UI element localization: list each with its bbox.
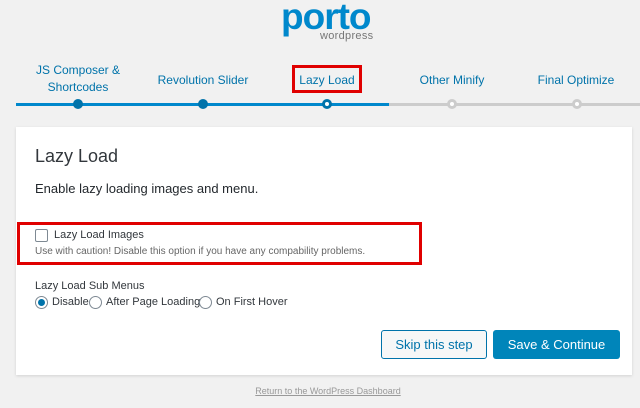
step-js-composer[interactable]: JS Composer & Shortcodes xyxy=(32,62,124,96)
lazy-load-images-checkbox[interactable] xyxy=(35,229,48,242)
radio-after-page-loading-label[interactable]: After Page Loading xyxy=(106,296,200,308)
lazy-load-images-help: Use with caution! Disable this option if… xyxy=(35,246,366,257)
step-dot-done xyxy=(198,99,208,109)
wizard-steps: JS Composer & Shortcodes Revolution Slid… xyxy=(0,62,640,118)
save-continue-button[interactable]: Save & Continue xyxy=(493,330,620,359)
progress-track-remaining xyxy=(389,103,640,106)
radio-disable[interactable] xyxy=(35,296,48,309)
step-dot-done xyxy=(73,99,83,109)
skip-step-button[interactable]: Skip this step xyxy=(381,330,487,359)
logo: porto wordpress xyxy=(0,0,640,50)
step-other-minify[interactable]: Other Minify xyxy=(408,72,496,89)
step-dot-current xyxy=(322,99,332,109)
radio-disable-label[interactable]: Disable xyxy=(52,296,89,308)
logo-wordmark: porto xyxy=(281,0,372,37)
step-final-optimize[interactable]: Final Optimize xyxy=(530,72,622,89)
card-description: Enable lazy loading images and menu. xyxy=(35,181,259,196)
card-title: Lazy Load xyxy=(35,146,119,166)
radio-on-first-hover[interactable] xyxy=(199,296,212,309)
dashboard-return-link[interactable]: Return to the WordPress Dashboard xyxy=(0,386,640,396)
step-dot-future xyxy=(572,99,582,109)
step-lazy-load[interactable]: Lazy Load xyxy=(296,72,358,89)
radio-on-first-hover-label[interactable]: On First Hover xyxy=(216,296,288,308)
step-card: Lazy Load Enable lazy loading images and… xyxy=(16,127,632,375)
logo-subtitle: wordpress xyxy=(320,30,374,42)
radio-after-page-loading[interactable] xyxy=(89,296,102,309)
step-dot-future xyxy=(447,99,457,109)
lazy-load-images-label[interactable]: Lazy Load Images xyxy=(54,229,144,241)
step-revolution-slider[interactable]: Revolution Slider xyxy=(148,72,258,89)
sub-menus-title: Lazy Load Sub Menus xyxy=(35,280,145,292)
